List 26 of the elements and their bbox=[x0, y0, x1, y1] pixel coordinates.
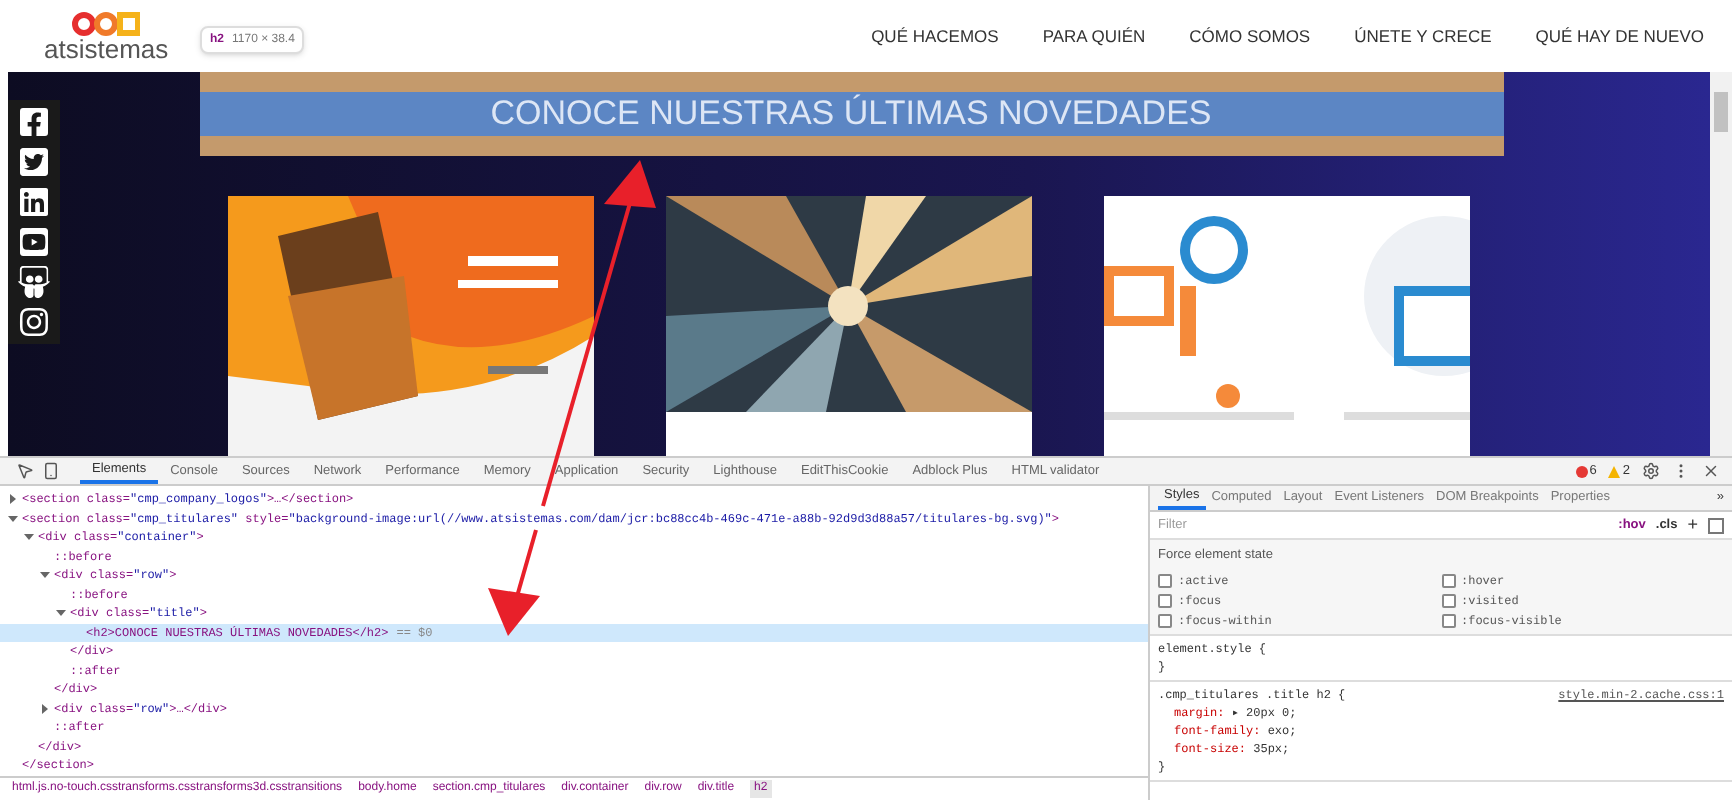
nav-link[interactable]: QUÉ HACEMOS bbox=[871, 23, 999, 49]
sidebar-toggle-icon[interactable] bbox=[1708, 517, 1724, 533]
linkedin-icon[interactable] bbox=[18, 186, 50, 218]
nav-link[interactable]: PARA QUIÉN bbox=[1042, 23, 1146, 49]
collapse-triangle-icon[interactable] bbox=[8, 494, 18, 505]
inspect-icon[interactable] bbox=[16, 462, 34, 480]
nav-link[interactable]: QUÉ HAY DE NUEVO bbox=[1535, 23, 1704, 49]
expand-triangle-icon[interactable] bbox=[40, 570, 50, 581]
logo-icon bbox=[72, 11, 141, 35]
twitter-icon[interactable] bbox=[18, 146, 50, 178]
nav-link[interactable]: ÚNETE Y CRECE bbox=[1354, 23, 1492, 49]
facebook-icon[interactable] bbox=[18, 106, 50, 138]
scrollbar[interactable] bbox=[1710, 72, 1732, 456]
slideshare-icon[interactable] bbox=[18, 266, 50, 298]
warning-icon bbox=[1608, 465, 1621, 477]
instagram-icon[interactable] bbox=[18, 306, 50, 338]
close-icon[interactable] bbox=[1702, 462, 1720, 480]
device-toggle-icon[interactable] bbox=[42, 462, 60, 480]
collapse-triangle-icon[interactable] bbox=[40, 703, 50, 714]
logo-text[interactable]: atsistemas bbox=[44, 35, 169, 61]
add-rule-button[interactable]: + bbox=[1687, 511, 1698, 539]
expand-triangle-icon[interactable] bbox=[56, 608, 66, 619]
youtube-icon[interactable] bbox=[18, 226, 50, 258]
settings-icon[interactable] bbox=[1642, 462, 1660, 480]
section-heading: CONOCE NUESTRAS ÚLTIMAS NOVEDADES bbox=[490, 92, 1212, 137]
nav-link[interactable]: CÓMO SOMOS bbox=[1189, 23, 1311, 49]
